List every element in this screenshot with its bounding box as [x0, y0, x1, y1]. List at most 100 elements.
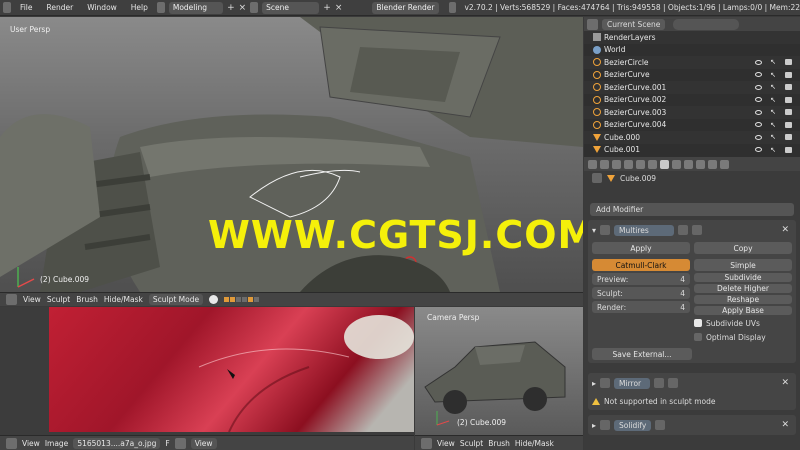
- mode-select[interactable]: Sculpt Mode: [148, 294, 204, 305]
- close-layout-icon[interactable]: ×: [239, 3, 247, 13]
- pin-icon[interactable]: [592, 173, 602, 183]
- visibility-eye-icon[interactable]: [755, 122, 762, 128]
- fake-user-button[interactable]: F: [165, 439, 169, 448]
- menu-view[interactable]: View: [437, 439, 455, 448]
- render-camera-icon[interactable]: [785, 121, 792, 128]
- render-tab-icon[interactable]: [588, 159, 597, 169]
- simple-button[interactable]: Simple: [694, 259, 792, 271]
- menu-hide-mask[interactable]: Hide/Mask: [515, 439, 554, 448]
- image-name-field[interactable]: 5165013....a7a_o.jpg: [73, 437, 161, 449]
- remove-modifier-icon[interactable]: ✕: [781, 378, 792, 388]
- visibility-eye-icon[interactable]: [755, 109, 762, 115]
- menu-brush[interactable]: Brush: [76, 295, 98, 304]
- apply-base-button[interactable]: Apply Base: [694, 306, 792, 315]
- visibility-eye-icon[interactable]: [755, 72, 762, 78]
- reshape-button[interactable]: Reshape: [694, 295, 792, 304]
- render-toggle-icon[interactable]: [678, 225, 689, 235]
- render-engine-select[interactable]: Blender Render: [372, 1, 439, 14]
- remove-modifier-icon[interactable]: ✕: [781, 225, 792, 235]
- outliner-row[interactable]: BezierCurve.002 ↖: [584, 94, 800, 107]
- menu-file[interactable]: File: [15, 3, 38, 12]
- selectability-cursor-icon[interactable]: ↖: [770, 83, 776, 91]
- menu-view[interactable]: View: [23, 295, 41, 304]
- visibility-eye-icon[interactable]: [755, 97, 762, 103]
- outliner-row[interactable]: BezierCurve ↖: [584, 69, 800, 82]
- object-tab-icon[interactable]: [636, 159, 645, 169]
- menu-window[interactable]: Window: [82, 3, 122, 12]
- selectability-cursor-icon[interactable]: ↖: [770, 71, 776, 79]
- scene-field[interactable]: Scene: [262, 1, 320, 14]
- editor-type-icon[interactable]: [587, 18, 598, 30]
- camera-viewport[interactable]: Camera Persp (2) Cube.009: [415, 307, 583, 435]
- apply-button[interactable]: Apply: [592, 242, 690, 254]
- optimal-display-checkbox[interactable]: Optimal Display: [694, 331, 792, 343]
- menu-help[interactable]: Help: [126, 3, 153, 12]
- selectability-cursor-icon[interactable]: ↖: [770, 133, 776, 141]
- visibility-eye-icon[interactable]: [755, 84, 762, 90]
- outliner-row[interactable]: Cube.000 ↖: [584, 131, 800, 144]
- physics-tab-icon[interactable]: [720, 159, 729, 169]
- expand-icon[interactable]: ▸: [592, 379, 596, 388]
- view-mode-select[interactable]: View: [190, 437, 217, 449]
- selectability-cursor-icon[interactable]: ↖: [770, 146, 776, 154]
- menu-sculpt[interactable]: Sculpt: [460, 439, 483, 448]
- delete-higher-button[interactable]: Delete Higher: [694, 284, 792, 293]
- scene-icon[interactable]: [250, 2, 259, 13]
- shading-icon[interactable]: [209, 295, 219, 304]
- sculpt-levels-field[interactable]: Sculpt: 4: [592, 287, 690, 299]
- subdivide-uvs-checkbox[interactable]: Subdivide UVs: [694, 317, 792, 329]
- outliner[interactable]: Current Scene RenderLayers World BezierCir…: [584, 17, 800, 157]
- outliner-row[interactable]: BezierCurve.001 ↖: [584, 81, 800, 94]
- collapse-icon[interactable]: ▾: [592, 226, 596, 235]
- outliner-row[interactable]: World: [584, 44, 800, 57]
- constraints-tab-icon[interactable]: [648, 159, 657, 169]
- 3d-viewport[interactable]: User Persp (2) Cube.009 WWW.CGTSJ.COM: [0, 17, 583, 292]
- modifiers-tab-icon[interactable]: [660, 159, 669, 169]
- render-camera-icon[interactable]: [785, 59, 792, 66]
- render-toggle-icon[interactable]: [654, 378, 665, 388]
- menu-view[interactable]: View: [22, 439, 40, 448]
- copy-button[interactable]: Copy: [694, 242, 792, 254]
- add-layout-icon[interactable]: +: [227, 3, 235, 13]
- expand-icon[interactable]: ▸: [592, 421, 596, 430]
- selectability-cursor-icon[interactable]: ↖: [770, 58, 776, 66]
- render-toggle-icon[interactable]: [655, 420, 666, 430]
- outliner-row[interactable]: RenderLayers: [584, 31, 800, 44]
- add-modifier-select[interactable]: Add Modifier: [590, 203, 794, 216]
- selectability-cursor-icon[interactable]: ↖: [770, 96, 776, 104]
- outliner-row[interactable]: BezierCurve.004 ↖: [584, 119, 800, 132]
- layer-buttons[interactable]: [224, 297, 260, 302]
- visibility-eye-icon[interactable]: [755, 59, 762, 65]
- screen-layout-icon[interactable]: [156, 2, 165, 13]
- menu-brush[interactable]: Brush: [488, 439, 510, 448]
- properties-editor[interactable]: Cube.009 Add Modifier ▾ Multires ✕ Apply…: [584, 157, 800, 450]
- scene-tab-icon[interactable]: [612, 159, 621, 169]
- close-scene-icon[interactable]: ×: [335, 3, 343, 13]
- selectability-cursor-icon[interactable]: ↖: [770, 121, 776, 129]
- catmull-clark-button[interactable]: Catmull-Clark: [592, 259, 690, 271]
- render-camera-icon[interactable]: [785, 109, 792, 116]
- data-tab-icon[interactable]: [672, 159, 681, 169]
- image-editor[interactable]: [0, 307, 414, 435]
- editor-type-icon[interactable]: [3, 2, 11, 13]
- editor-type-icon[interactable]: [6, 437, 17, 449]
- editor-type-icon[interactable]: [421, 437, 432, 449]
- viewport-toggle-icon[interactable]: [692, 225, 703, 235]
- menu-hide-mask[interactable]: Hide/Mask: [104, 295, 143, 304]
- world-tab-icon[interactable]: [624, 159, 633, 169]
- texture-tab-icon[interactable]: [696, 159, 705, 169]
- outliner-row[interactable]: BezierCurve.003 ↖: [584, 106, 800, 119]
- visibility-eye-icon[interactable]: [755, 147, 762, 153]
- screen-layout-field[interactable]: Modeling: [168, 1, 224, 14]
- pin-icon[interactable]: [174, 437, 186, 449]
- save-external-button[interactable]: Save External...: [592, 348, 692, 360]
- add-scene-icon[interactable]: +: [323, 3, 331, 13]
- visibility-eye-icon[interactable]: [755, 134, 762, 140]
- subdivide-button[interactable]: Subdivide: [694, 273, 792, 282]
- modifier-name-field[interactable]: Mirror: [614, 377, 651, 389]
- editor-type-icon[interactable]: [6, 294, 17, 305]
- outliner-search-input[interactable]: [673, 18, 740, 30]
- material-tab-icon[interactable]: [684, 159, 693, 169]
- render-camera-icon[interactable]: [785, 71, 792, 78]
- outliner-row[interactable]: Cube.001 ↖: [584, 144, 800, 157]
